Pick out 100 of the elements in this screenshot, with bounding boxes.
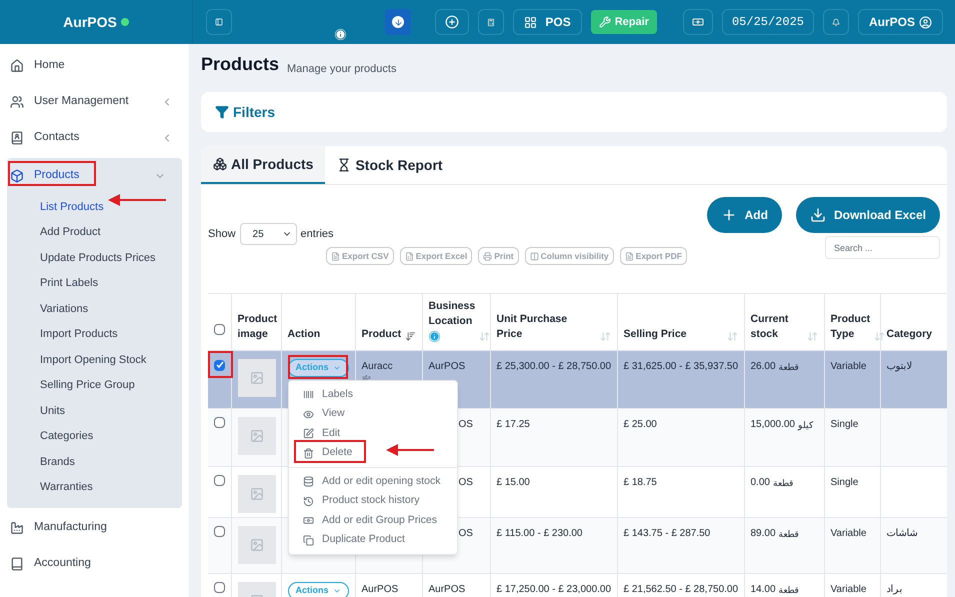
sort-icon bbox=[874, 331, 886, 342]
sidebar-item[interactable]: Contacts bbox=[34, 129, 151, 147]
sidebar-item[interactable]: Accounting bbox=[34, 555, 173, 573]
wrench-icon bbox=[598, 16, 611, 28]
submenu-item[interactable]: Import Products bbox=[40, 326, 118, 342]
row-checkbox[interactable] bbox=[214, 360, 225, 370]
table-cell: £ 17.25 bbox=[496, 419, 530, 430]
brand-logo[interactable]: AurPOS bbox=[63, 12, 117, 32]
column-header[interactable]: Product image bbox=[238, 312, 278, 342]
filters-panel[interactable]: Filters bbox=[201, 92, 947, 132]
submenu-item[interactable]: Units bbox=[40, 402, 66, 419]
sort-icon bbox=[479, 331, 490, 342]
table-cell: OS bbox=[458, 419, 473, 430]
menu-item[interactable]: Product stock history bbox=[289, 492, 457, 511]
menu-item[interactable]: Labels bbox=[289, 385, 457, 404]
table-cell-text: 14.00 bbox=[750, 583, 776, 597]
highlight-box bbox=[294, 440, 366, 463]
submenu-item[interactable]: Categories bbox=[40, 428, 94, 444]
sidebar-toggle-button[interactable] bbox=[206, 9, 232, 35]
caret-icon bbox=[332, 364, 341, 372]
column-header[interactable]: Product bbox=[362, 327, 402, 342]
grid-icon bbox=[524, 16, 538, 28]
hourglass-icon bbox=[337, 158, 352, 172]
sidebar-item[interactable]: Manufacturing bbox=[34, 519, 173, 537]
user-menu-button[interactable]: AurPOS bbox=[858, 9, 943, 35]
submenu-item[interactable]: Update Products Prices bbox=[40, 250, 156, 266]
submenu-item[interactable]: Selling Price Group bbox=[40, 377, 135, 394]
row-checkbox[interactable] bbox=[214, 475, 225, 486]
sidebar-item[interactable]: Products bbox=[34, 167, 144, 185]
tab[interactable]: All Products bbox=[201, 146, 326, 184]
filter-icon bbox=[215, 105, 229, 119]
table-cell: Variable bbox=[830, 528, 866, 539]
sidebar-item[interactable]: User Management bbox=[34, 93, 151, 111]
table-cell-text: 0.00 bbox=[750, 476, 770, 490]
users-icon bbox=[10, 95, 24, 109]
table-cell: £ 15.00 bbox=[496, 477, 530, 488]
table-cell: OS bbox=[458, 477, 473, 488]
download-icon bbox=[810, 207, 826, 223]
page-size-select[interactable]: 25 bbox=[240, 223, 297, 245]
unit-label: قطعة bbox=[778, 584, 799, 597]
table-cell: لابتوب bbox=[886, 361, 912, 372]
row-checkbox[interactable] bbox=[214, 526, 225, 537]
table-cell: براد bbox=[886, 584, 902, 595]
menu-item[interactable]: Add or edit opening stock bbox=[289, 472, 457, 492]
calculator-button[interactable] bbox=[478, 9, 504, 35]
submenu-item[interactable]: Brands bbox=[40, 454, 75, 470]
table-cell: AurPOS bbox=[428, 584, 466, 595]
table-cell-text: 89.00 bbox=[750, 527, 776, 541]
submenu-item[interactable]: Add Product bbox=[40, 224, 101, 240]
download-button[interactable] bbox=[385, 9, 412, 35]
table-cell: Variable bbox=[830, 584, 866, 595]
date-button[interactable]: 05/25/2025 bbox=[722, 9, 814, 35]
column-header[interactable]: Business Location bbox=[428, 299, 476, 329]
entries-label: entries bbox=[300, 226, 334, 242]
row-checkbox[interactable] bbox=[214, 417, 225, 428]
submenu-item[interactable]: Variations bbox=[40, 300, 88, 317]
download-excel-button[interactable]: Download Excel bbox=[796, 197, 940, 233]
table-cell-text: Auracc bbox=[362, 360, 393, 374]
unit-label: قطعة bbox=[772, 477, 793, 490]
submenu-item[interactable]: List Products bbox=[40, 198, 104, 215]
column-header[interactable]: Unit Purchase Price bbox=[496, 312, 596, 342]
trash-icon bbox=[303, 448, 314, 459]
table-cell: £ 143.75 - £ 287.50 bbox=[624, 528, 710, 539]
annotation-arrow bbox=[386, 444, 434, 456]
image-placeholder bbox=[238, 417, 276, 455]
unit-label: قطعة bbox=[778, 528, 799, 541]
column-header[interactable]: Selling Price bbox=[624, 327, 687, 342]
column-header[interactable]: Current stock bbox=[750, 312, 802, 342]
page-title: Products bbox=[201, 53, 280, 76]
menu-item[interactable]: Duplicate Product bbox=[289, 530, 457, 550]
columns-icon bbox=[530, 252, 539, 260]
eye-icon bbox=[303, 408, 314, 420]
cash-button[interactable] bbox=[682, 9, 713, 35]
submenu-item[interactable]: Warranties bbox=[40, 479, 93, 496]
column-header[interactable]: Category bbox=[886, 327, 932, 342]
user-icon bbox=[919, 16, 932, 28]
search-field[interactable]: Search ... bbox=[825, 236, 940, 259]
menu-item[interactable]: Delete bbox=[289, 444, 457, 463]
table-cell: £ 31,625.00 - £ 35,937.50 bbox=[624, 361, 738, 372]
column-header[interactable]: Action bbox=[288, 327, 320, 342]
tab[interactable]: Stock Report bbox=[325, 146, 455, 184]
home-icon bbox=[10, 59, 24, 73]
boxes-icon bbox=[213, 157, 227, 171]
edit-icon bbox=[303, 428, 314, 440]
cash-icon bbox=[303, 515, 314, 526]
highlight-box bbox=[208, 351, 233, 378]
plus-icon bbox=[720, 207, 737, 223]
download-icon bbox=[392, 16, 404, 28]
column-header[interactable]: Product Type bbox=[830, 312, 870, 342]
row-checkbox[interactable] bbox=[214, 582, 225, 593]
submenu-item[interactable]: Print Labels bbox=[40, 275, 98, 292]
select-all-checkbox[interactable] bbox=[214, 324, 225, 335]
table-cell: £ 18.75 bbox=[624, 477, 657, 488]
sidebar-item[interactable]: Home bbox=[34, 57, 173, 75]
menu-item[interactable]: Edit bbox=[289, 424, 457, 444]
add-button[interactable] bbox=[435, 9, 470, 35]
submenu-item[interactable]: Import Opening Stock bbox=[40, 352, 146, 368]
pos-button[interactable]: POS bbox=[513, 9, 582, 35]
add-product-button[interactable]: Add bbox=[706, 197, 782, 233]
plus-icon bbox=[445, 15, 460, 29]
